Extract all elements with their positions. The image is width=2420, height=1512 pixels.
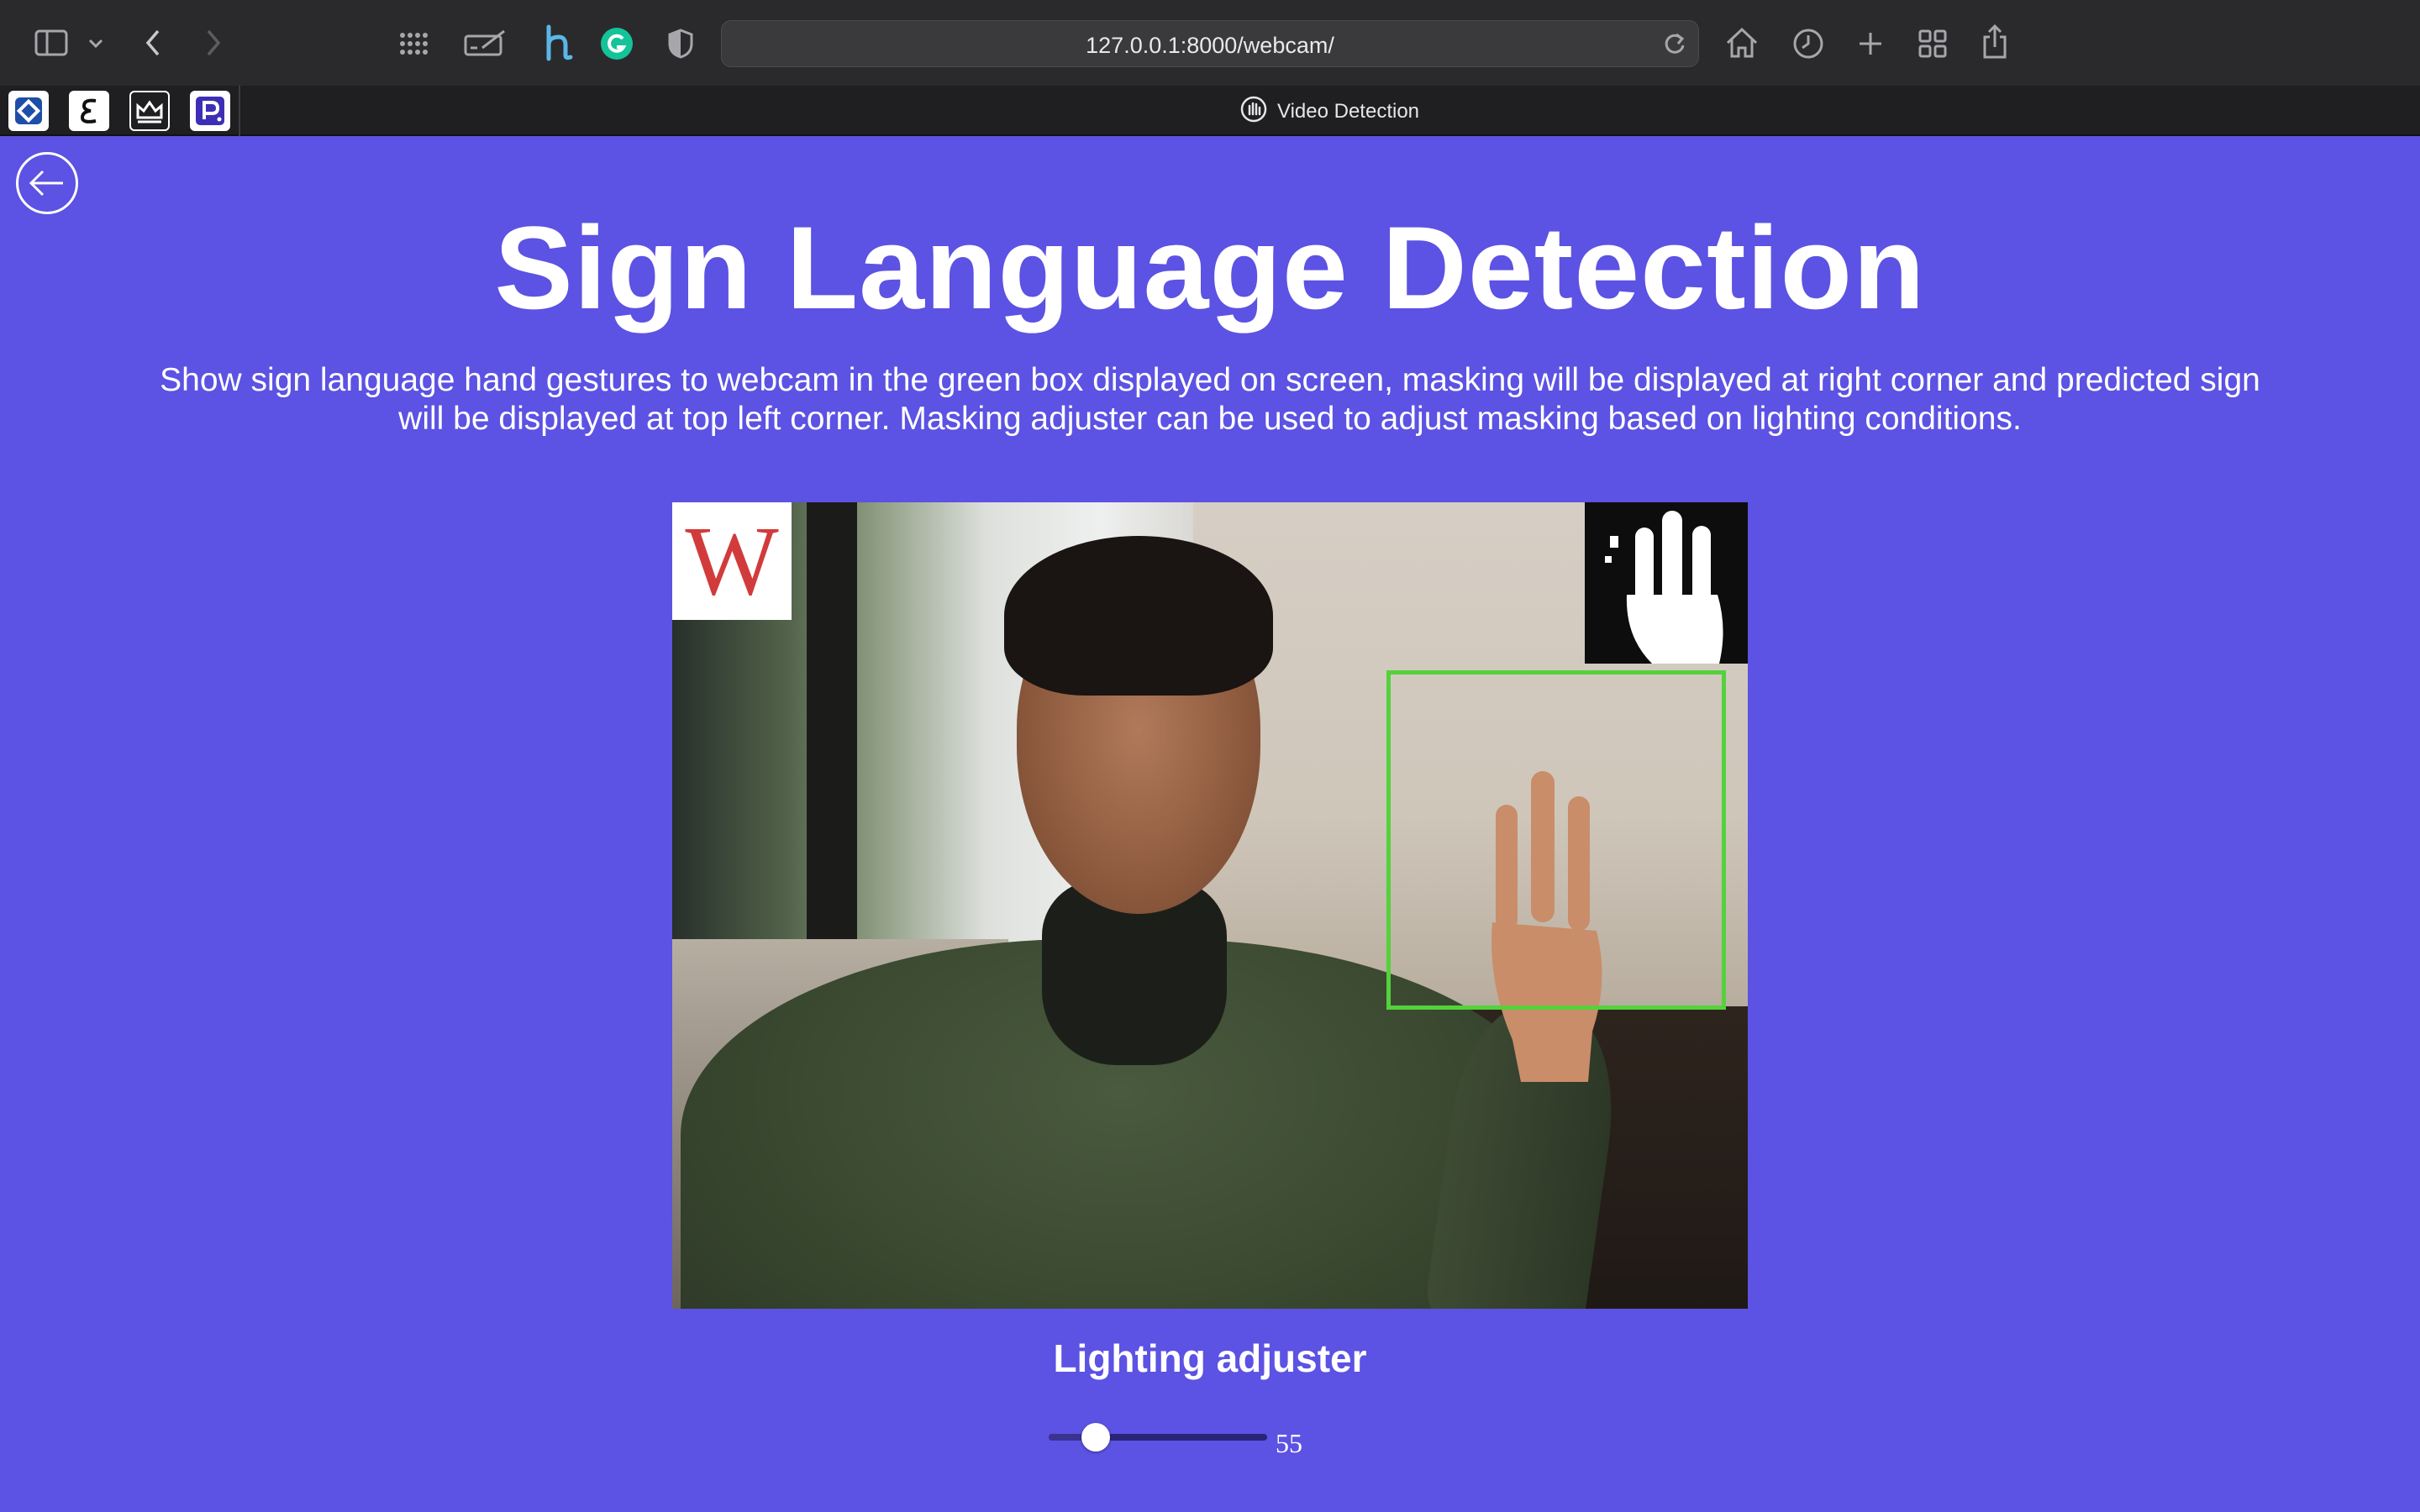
arrow-left-icon: [29, 170, 63, 197]
lighting-adjuster-label: Lighting adjuster: [1053, 1336, 1367, 1380]
sidebar-toggle-icon[interactable]: [32, 25, 71, 60]
slider-value: 55: [1276, 1428, 1302, 1458]
tab-separator: [239, 86, 240, 136]
url-text[interactable]: 127.0.0.1:8000/webcam/: [722, 33, 1698, 59]
tab-overview-icon[interactable]: [1916, 27, 1949, 60]
annotate-icon[interactable]: [462, 25, 509, 60]
share-icon[interactable]: [1978, 22, 2012, 62]
person-hair: [1004, 536, 1273, 696]
tab-video-detection[interactable]: Video Detection: [1240, 96, 1420, 124]
reload-icon[interactable]: [1663, 31, 1686, 60]
forward-nav-icon[interactable]: [198, 25, 229, 60]
page-title: Sign Language Detection: [494, 202, 1926, 333]
bookmark-diamond-icon[interactable]: [8, 91, 49, 131]
chevron-down-icon[interactable]: [84, 32, 108, 55]
hypothesis-icon[interactable]: [538, 22, 576, 64]
privacy-shield-icon[interactable]: [664, 25, 697, 62]
home-icon[interactable]: [1723, 24, 1761, 62]
apps-grid-icon[interactable]: [395, 27, 432, 60]
bookmark-e-icon[interactable]: [69, 91, 109, 131]
tab-favicon-hand-icon: [1240, 96, 1267, 129]
hand-mask-preview: [1585, 502, 1748, 664]
history-clock-icon[interactable]: [1790, 25, 1827, 62]
webcam-video-feed: W: [672, 502, 1748, 1309]
tab-bar: [0, 86, 2420, 136]
detection-box: [1386, 670, 1726, 1010]
new-tab-plus-icon[interactable]: [1854, 27, 1887, 60]
browser-toolbar: 127.0.0.1:8000/webcam/: [0, 0, 2420, 86]
back-nav-icon[interactable]: [138, 25, 168, 60]
page-description: Show sign language hand gestures to webc…: [160, 362, 2260, 437]
grammarly-icon[interactable]: [598, 25, 635, 62]
bookmark-crown-icon[interactable]: [129, 91, 170, 131]
slider-thumb[interactable]: [1081, 1423, 1110, 1452]
address-bar[interactable]: 127.0.0.1:8000/webcam/: [721, 20, 1699, 67]
tab-title: Video Detection: [1277, 100, 1420, 123]
bookmark-p-icon[interactable]: [190, 91, 230, 131]
predicted-sign: W: [672, 502, 792, 620]
lighting-slider[interactable]: [1049, 1423, 1267, 1452]
